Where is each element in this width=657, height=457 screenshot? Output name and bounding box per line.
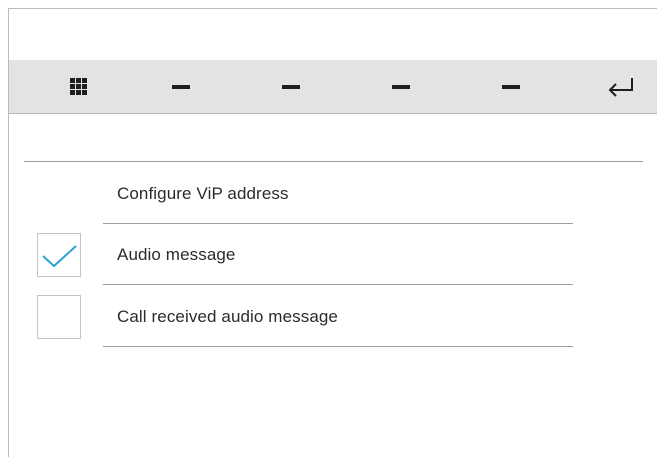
toolbar-button-4[interactable]	[371, 60, 431, 113]
audio-message-item[interactable]: Audio message	[103, 224, 573, 285]
back-return-icon	[608, 77, 633, 97]
dash-icon	[172, 84, 190, 89]
dash-icon	[502, 84, 520, 89]
audio-message-checkbox[interactable]	[37, 233, 81, 277]
toolbar	[9, 60, 657, 114]
keypad-button[interactable]	[48, 60, 108, 113]
configure-vip-address-label: Configure ViP address	[117, 184, 289, 203]
call-received-audio-message-checkbox[interactable]	[37, 295, 81, 339]
keypad-icon	[69, 78, 87, 95]
toolbar-button-3[interactable]	[261, 60, 321, 113]
checkmark-icon	[42, 245, 77, 268]
dash-icon	[392, 84, 410, 89]
call-received-audio-message-item[interactable]: Call received audio message	[103, 286, 573, 347]
toolbar-button-5[interactable]	[481, 60, 541, 113]
dash-icon	[282, 84, 300, 89]
section-divider	[24, 161, 643, 162]
toolbar-button-2[interactable]	[151, 60, 211, 113]
configure-vip-address-item[interactable]: Configure ViP address	[103, 163, 573, 224]
call-received-audio-message-label: Call received audio message	[117, 307, 338, 326]
back-button[interactable]	[591, 60, 651, 113]
audio-message-label: Audio message	[117, 245, 236, 264]
